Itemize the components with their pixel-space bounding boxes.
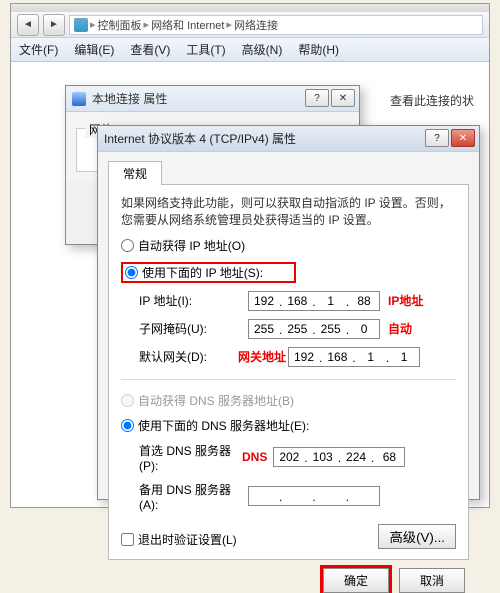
dialog-button-row: 确定 取消: [108, 560, 469, 593]
help-button[interactable]: ?: [305, 89, 329, 107]
menu-bar: 文件(F) 编辑(E) 查看(V) 工具(T) 高级(N) 帮助(H): [11, 38, 489, 62]
breadcrumb-item[interactable]: 控制面板: [98, 17, 142, 33]
field-label: 默认网关(D):: [139, 348, 244, 365]
ip-octet[interactable]: [349, 487, 379, 505]
menu-help[interactable]: 帮助(H): [298, 41, 339, 58]
menu-advanced[interactable]: 高级(N): [242, 41, 283, 58]
back-button[interactable]: ◄: [17, 14, 39, 36]
nav-toolbar: ◄ ► ▸ 控制面板 ▸ 网络和 Internet ▸ 网络连接: [11, 12, 489, 38]
ip-octet[interactable]: [282, 320, 312, 338]
close-button[interactable]: ✕: [331, 89, 355, 107]
advanced-button[interactable]: 高级(V)...: [378, 524, 456, 549]
validate-checkbox-row[interactable]: 退出时验证设置(L): [121, 531, 237, 548]
help-button[interactable]: ?: [425, 129, 449, 147]
radio-label: 使用下面的 DNS 服务器地址(E):: [138, 417, 309, 434]
ip-octet[interactable]: [249, 320, 279, 338]
chevron-right-icon: ▸: [226, 18, 232, 31]
annotation-ip: IP地址: [388, 292, 423, 309]
ip-octet[interactable]: [374, 448, 404, 466]
ip-octet[interactable]: [341, 448, 371, 466]
status-hint: 查看此连接的状: [390, 92, 474, 109]
gateway-row: 默认网关(D): 网关地址 . . .: [139, 347, 456, 367]
checkbox-label: 退出时验证设置(L): [138, 531, 237, 548]
subnet-mask-input[interactable]: . . .: [248, 319, 380, 339]
description-text: 如果网络支持此功能，则可以获取自动指派的 IP 设置。否则，您需要从网络系统管理…: [121, 195, 456, 229]
ip-octet[interactable]: [322, 348, 352, 366]
ip-octet[interactable]: [316, 487, 346, 505]
menu-tools[interactable]: 工具(T): [186, 41, 225, 58]
ip-octet[interactable]: [316, 320, 346, 338]
gateway-input[interactable]: . . .: [288, 347, 420, 367]
radio-input[interactable]: [125, 266, 138, 279]
dialog-title: 本地连接 属性: [92, 90, 167, 107]
close-button[interactable]: ✕: [451, 129, 475, 147]
radio-auto-ip[interactable]: 自动获得 IP 地址(O): [121, 237, 456, 254]
dialog-body: 常规 如果网络支持此功能，则可以获取自动指派的 IP 设置。否则，您需要从网络系…: [98, 152, 479, 499]
validate-checkbox[interactable]: [121, 533, 134, 546]
ip-address-row: IP 地址(I): . . . IP地址: [139, 291, 456, 311]
radio-input[interactable]: [121, 419, 134, 432]
radio-label: 使用下面的 IP 地址(S):: [142, 264, 263, 281]
forward-button[interactable]: ►: [43, 14, 65, 36]
breadcrumb-item[interactable]: 网络和 Internet: [151, 17, 224, 33]
ip-octet[interactable]: [389, 348, 419, 366]
window-titlebar: [11, 4, 489, 12]
ip-octet[interactable]: [274, 448, 304, 466]
field-label: 首选 DNS 服务器(P):: [139, 442, 244, 473]
separator: [121, 379, 456, 380]
ip-octet[interactable]: [349, 292, 379, 310]
tab-content: 如果网络支持此功能，则可以获取自动指派的 IP 设置。否则，您需要从网络系统管理…: [108, 185, 469, 560]
dns2-row: 备用 DNS 服务器(A): . . .: [139, 481, 456, 512]
ip-octet[interactable]: [282, 487, 312, 505]
ip-octet[interactable]: [316, 292, 346, 310]
dns1-row: 首选 DNS 服务器(P): DNS . . .: [139, 442, 456, 473]
ok-button[interactable]: 确定: [323, 568, 389, 593]
radio-use-dns[interactable]: 使用下面的 DNS 服务器地址(E):: [121, 417, 456, 434]
dialog-titlebar[interactable]: 本地连接 属性 ? ✕: [66, 86, 359, 112]
cancel-button[interactable]: 取消: [399, 568, 465, 593]
field-label: IP 地址(I):: [139, 292, 244, 309]
chevron-right-icon: ▸: [90, 18, 96, 31]
ip-octet[interactable]: [308, 448, 338, 466]
radio-label: 自动获得 IP 地址(O): [138, 237, 245, 254]
field-label: 备用 DNS 服务器(A):: [139, 481, 244, 512]
ip-address-input[interactable]: . . .: [248, 291, 380, 311]
preferred-dns-input[interactable]: . . .: [273, 447, 405, 467]
radio-label: 自动获得 DNS 服务器地址(B): [138, 392, 294, 409]
radio-use-ip[interactable]: 使用下面的 IP 地址(S):: [121, 262, 296, 283]
menu-edit[interactable]: 编辑(E): [74, 41, 114, 58]
computer-icon: [74, 18, 88, 32]
ip-octet[interactable]: [249, 292, 279, 310]
annotation-auto: 自动: [388, 320, 412, 337]
ip-octet[interactable]: [356, 348, 386, 366]
chevron-right-icon: ▸: [144, 18, 150, 31]
tab-strip: 常规: [108, 160, 469, 185]
field-label: 子网掩码(U):: [139, 320, 244, 337]
network-icon: [72, 92, 86, 106]
alternate-dns-input[interactable]: . . .: [248, 486, 380, 506]
ip-octet[interactable]: [349, 320, 379, 338]
breadcrumb[interactable]: ▸ 控制面板 ▸ 网络和 Internet ▸ 网络连接: [69, 15, 483, 35]
radio-input: [121, 394, 134, 407]
dialog-titlebar[interactable]: Internet 协议版本 4 (TCP/IPv4) 属性 ? ✕: [98, 126, 479, 152]
ipv4-properties-dialog: Internet 协议版本 4 (TCP/IPv4) 属性 ? ✕ 常规 如果网…: [97, 125, 480, 500]
radio-auto-dns: 自动获得 DNS 服务器地址(B): [121, 392, 456, 409]
tab-general[interactable]: 常规: [108, 161, 162, 185]
ip-octet[interactable]: [289, 348, 319, 366]
menu-view[interactable]: 查看(V): [130, 41, 170, 58]
ip-octet[interactable]: [249, 487, 279, 505]
radio-input[interactable]: [121, 239, 134, 252]
subnet-mask-row: 子网掩码(U): . . . 自动: [139, 319, 456, 339]
ip-octet[interactable]: [282, 292, 312, 310]
breadcrumb-item[interactable]: 网络连接: [234, 17, 278, 33]
dialog-title: Internet 协议版本 4 (TCP/IPv4) 属性: [104, 130, 296, 147]
annotation-dns: DNS: [242, 450, 267, 464]
menu-file[interactable]: 文件(F): [19, 41, 58, 58]
annotation-gateway: 网关地址: [238, 348, 286, 365]
